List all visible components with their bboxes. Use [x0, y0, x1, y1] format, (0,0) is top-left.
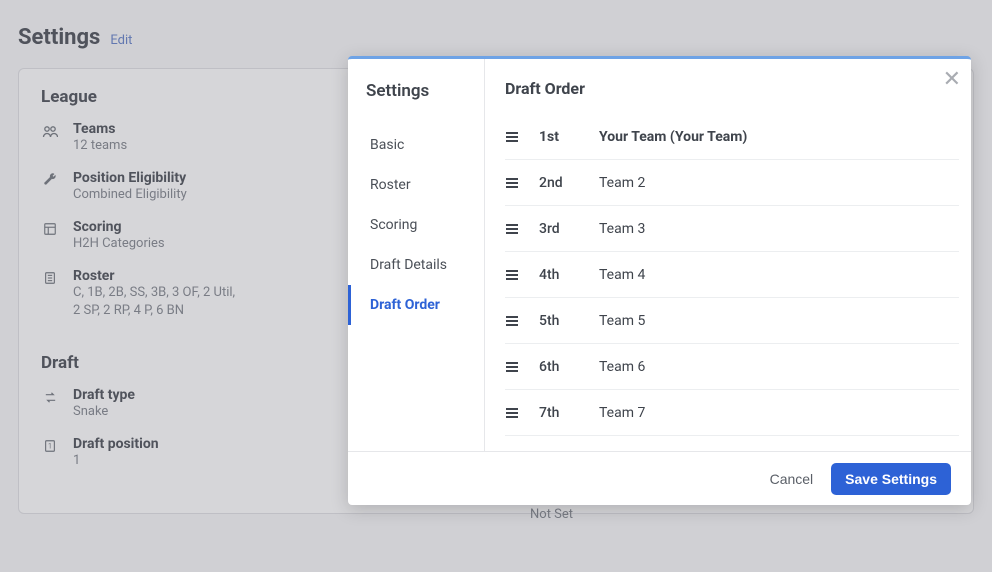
close-icon[interactable]: ✕: [943, 69, 961, 91]
team-name: Your Team (Your Team): [599, 129, 959, 145]
team-name: Team 3: [599, 221, 959, 237]
rank-label: 1st: [539, 129, 599, 145]
team-name: Team 7: [599, 405, 959, 421]
nav-scoring[interactable]: Scoring: [366, 205, 484, 245]
draft-order-row[interactable]: 4th Team 4: [505, 252, 959, 298]
content-title: Draft Order: [505, 79, 959, 98]
drag-handle-icon[interactable]: [505, 269, 539, 281]
drag-handle-icon[interactable]: [505, 361, 539, 373]
nav-draft-order[interactable]: Draft Order: [348, 285, 484, 325]
nav-draft-details[interactable]: Draft Details: [366, 245, 484, 285]
modal-body: Settings Basic Roster Scoring Draft Deta…: [348, 59, 971, 451]
rank-label: 3rd: [539, 221, 599, 237]
draft-order-row[interactable]: 3rd Team 3: [505, 206, 959, 252]
draft-order-row[interactable]: 1st Your Team (Your Team): [505, 114, 959, 160]
drag-handle-icon[interactable]: [505, 177, 539, 189]
save-settings-button[interactable]: Save Settings: [831, 463, 951, 495]
drag-handle-icon[interactable]: [505, 223, 539, 235]
drag-handle-icon[interactable]: [505, 131, 539, 143]
draft-order-row[interactable]: 7th Team 7: [505, 390, 959, 436]
rank-label: 7th: [539, 405, 599, 421]
drag-handle-icon[interactable]: [505, 315, 539, 327]
draft-order-modal: ✕ Settings Basic Roster Scoring Draft De…: [348, 56, 971, 505]
nav-roster[interactable]: Roster: [366, 165, 484, 205]
draft-order-row[interactable]: 5th Team 5: [505, 298, 959, 344]
team-name: Team 4: [599, 267, 959, 283]
team-name: Team 5: [599, 313, 959, 329]
rank-label: 6th: [539, 359, 599, 375]
modal-content[interactable]: Draft Order 1st Your Team (Your Team) 2n…: [485, 59, 971, 451]
drag-handle-icon[interactable]: [505, 407, 539, 419]
team-name: Team 6: [599, 359, 959, 375]
rank-label: 4th: [539, 267, 599, 283]
draft-order-row[interactable]: 6th Team 6: [505, 344, 959, 390]
modal-sidebar-title: Settings: [366, 81, 484, 101]
rank-label: 2nd: [539, 175, 599, 191]
cancel-button[interactable]: Cancel: [770, 471, 814, 487]
draft-order-row[interactable]: 2nd Team 2: [505, 160, 959, 206]
modal-footer: Cancel Save Settings: [348, 451, 971, 505]
rank-label: 5th: [539, 313, 599, 329]
draft-order-list: 1st Your Team (Your Team) 2nd Team 2 3rd…: [505, 114, 959, 436]
team-name: Team 2: [599, 175, 959, 191]
modal-sidebar: Settings Basic Roster Scoring Draft Deta…: [348, 59, 485, 451]
nav-basic[interactable]: Basic: [366, 125, 484, 165]
